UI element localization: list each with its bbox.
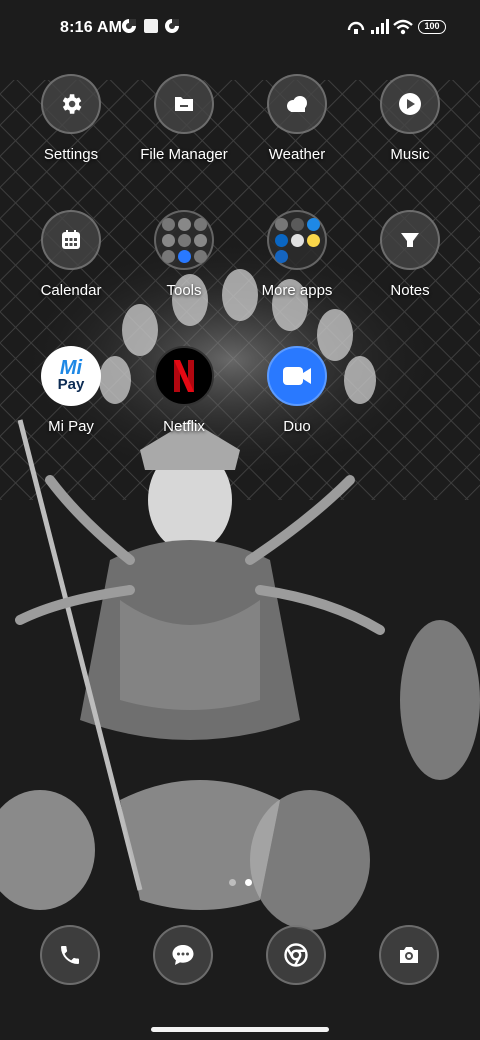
mini-app-icon	[274, 249, 288, 263]
app-mi-pay[interactable]: Mi Pay Mi Pay	[15, 346, 127, 435]
app-label: Netflix	[163, 418, 205, 435]
cloud-icon	[287, 96, 307, 112]
mini-app-icon	[290, 233, 304, 247]
folder-preview-grid	[161, 217, 207, 263]
app-label: Tools	[166, 282, 202, 299]
app-duo[interactable]: Duo	[241, 346, 353, 435]
notification-square-icon	[144, 19, 158, 33]
dock-phone[interactable]	[40, 925, 100, 985]
app-settings[interactable]: Settings	[15, 74, 127, 163]
app-label: More apps	[261, 282, 333, 299]
clock: 8:16 AM	[60, 19, 123, 36]
mini-app-icon	[193, 233, 207, 247]
hotspot-icon	[347, 21, 365, 34]
dock-chrome[interactable]	[266, 925, 326, 985]
app-label: Weather	[268, 146, 326, 163]
folder-tools[interactable]: Tools	[128, 210, 240, 299]
mini-app-icon	[161, 217, 175, 231]
folder-more-apps[interactable]: More apps	[241, 210, 353, 299]
mini-app-icon	[161, 233, 175, 247]
video-camera-icon	[283, 367, 311, 385]
mini-app-icon	[177, 233, 191, 247]
app-label: Calendar	[40, 282, 102, 299]
app-music[interactable]: Music	[354, 74, 466, 163]
page-dot-1[interactable]	[229, 879, 236, 886]
dock-camera[interactable]	[379, 925, 439, 985]
app-notes[interactable]: Notes	[354, 210, 466, 299]
mini-app-icon	[306, 233, 320, 247]
gear-icon	[62, 94, 82, 114]
cellular-signal-icon	[371, 19, 389, 34]
chrome-icon	[284, 943, 308, 967]
mini-app-icon	[177, 249, 191, 263]
mi-pay-logo-bottom: Pay	[57, 376, 85, 393]
notes-icon	[401, 233, 419, 247]
status-bar: 8:16 AM 100	[0, 0, 480, 56]
folder-preview-grid	[274, 217, 320, 263]
app-weather[interactable]: Weather	[241, 74, 353, 163]
folder-icon	[175, 97, 193, 111]
messages-icon	[172, 945, 194, 965]
notification-app-icon-2	[165, 19, 179, 33]
app-label: Music	[390, 146, 430, 163]
netflix-logo-icon	[174, 360, 194, 392]
mini-app-icon	[161, 249, 175, 263]
app-label: Settings	[43, 146, 99, 163]
page-dot-2-active[interactable]	[245, 879, 252, 886]
app-label: Duo	[283, 418, 311, 435]
app-label: Notes	[390, 282, 430, 299]
mini-app-icon	[274, 233, 288, 247]
mini-app-icon	[306, 217, 320, 231]
app-label: File Manager	[140, 146, 228, 163]
mini-app-icon	[193, 217, 207, 231]
battery-level: 100	[424, 21, 440, 31]
play-icon	[399, 93, 421, 115]
mi-pay-logo-top: Mi	[59, 357, 83, 379]
notification-app-icon	[122, 19, 136, 33]
mini-app-empty	[307, 250, 320, 263]
mini-app-empty	[291, 250, 304, 263]
dock-messages[interactable]	[153, 925, 213, 985]
app-file-manager[interactable]: File Manager	[128, 74, 240, 163]
mini-app-icon	[274, 217, 288, 231]
mini-app-icon	[193, 249, 207, 263]
phone-icon	[61, 946, 79, 964]
calendar-icon	[62, 230, 80, 249]
app-label: Mi Pay	[48, 418, 94, 435]
mini-app-icon	[290, 217, 304, 231]
mini-app-icon	[177, 217, 191, 231]
home-gesture-bar[interactable]	[151, 1027, 329, 1032]
camera-icon	[400, 947, 418, 963]
wifi-icon	[393, 19, 413, 35]
app-netflix[interactable]: Netflix	[128, 346, 240, 435]
battery-icon: 100	[418, 20, 446, 34]
app-calendar[interactable]: Calendar	[15, 210, 127, 299]
